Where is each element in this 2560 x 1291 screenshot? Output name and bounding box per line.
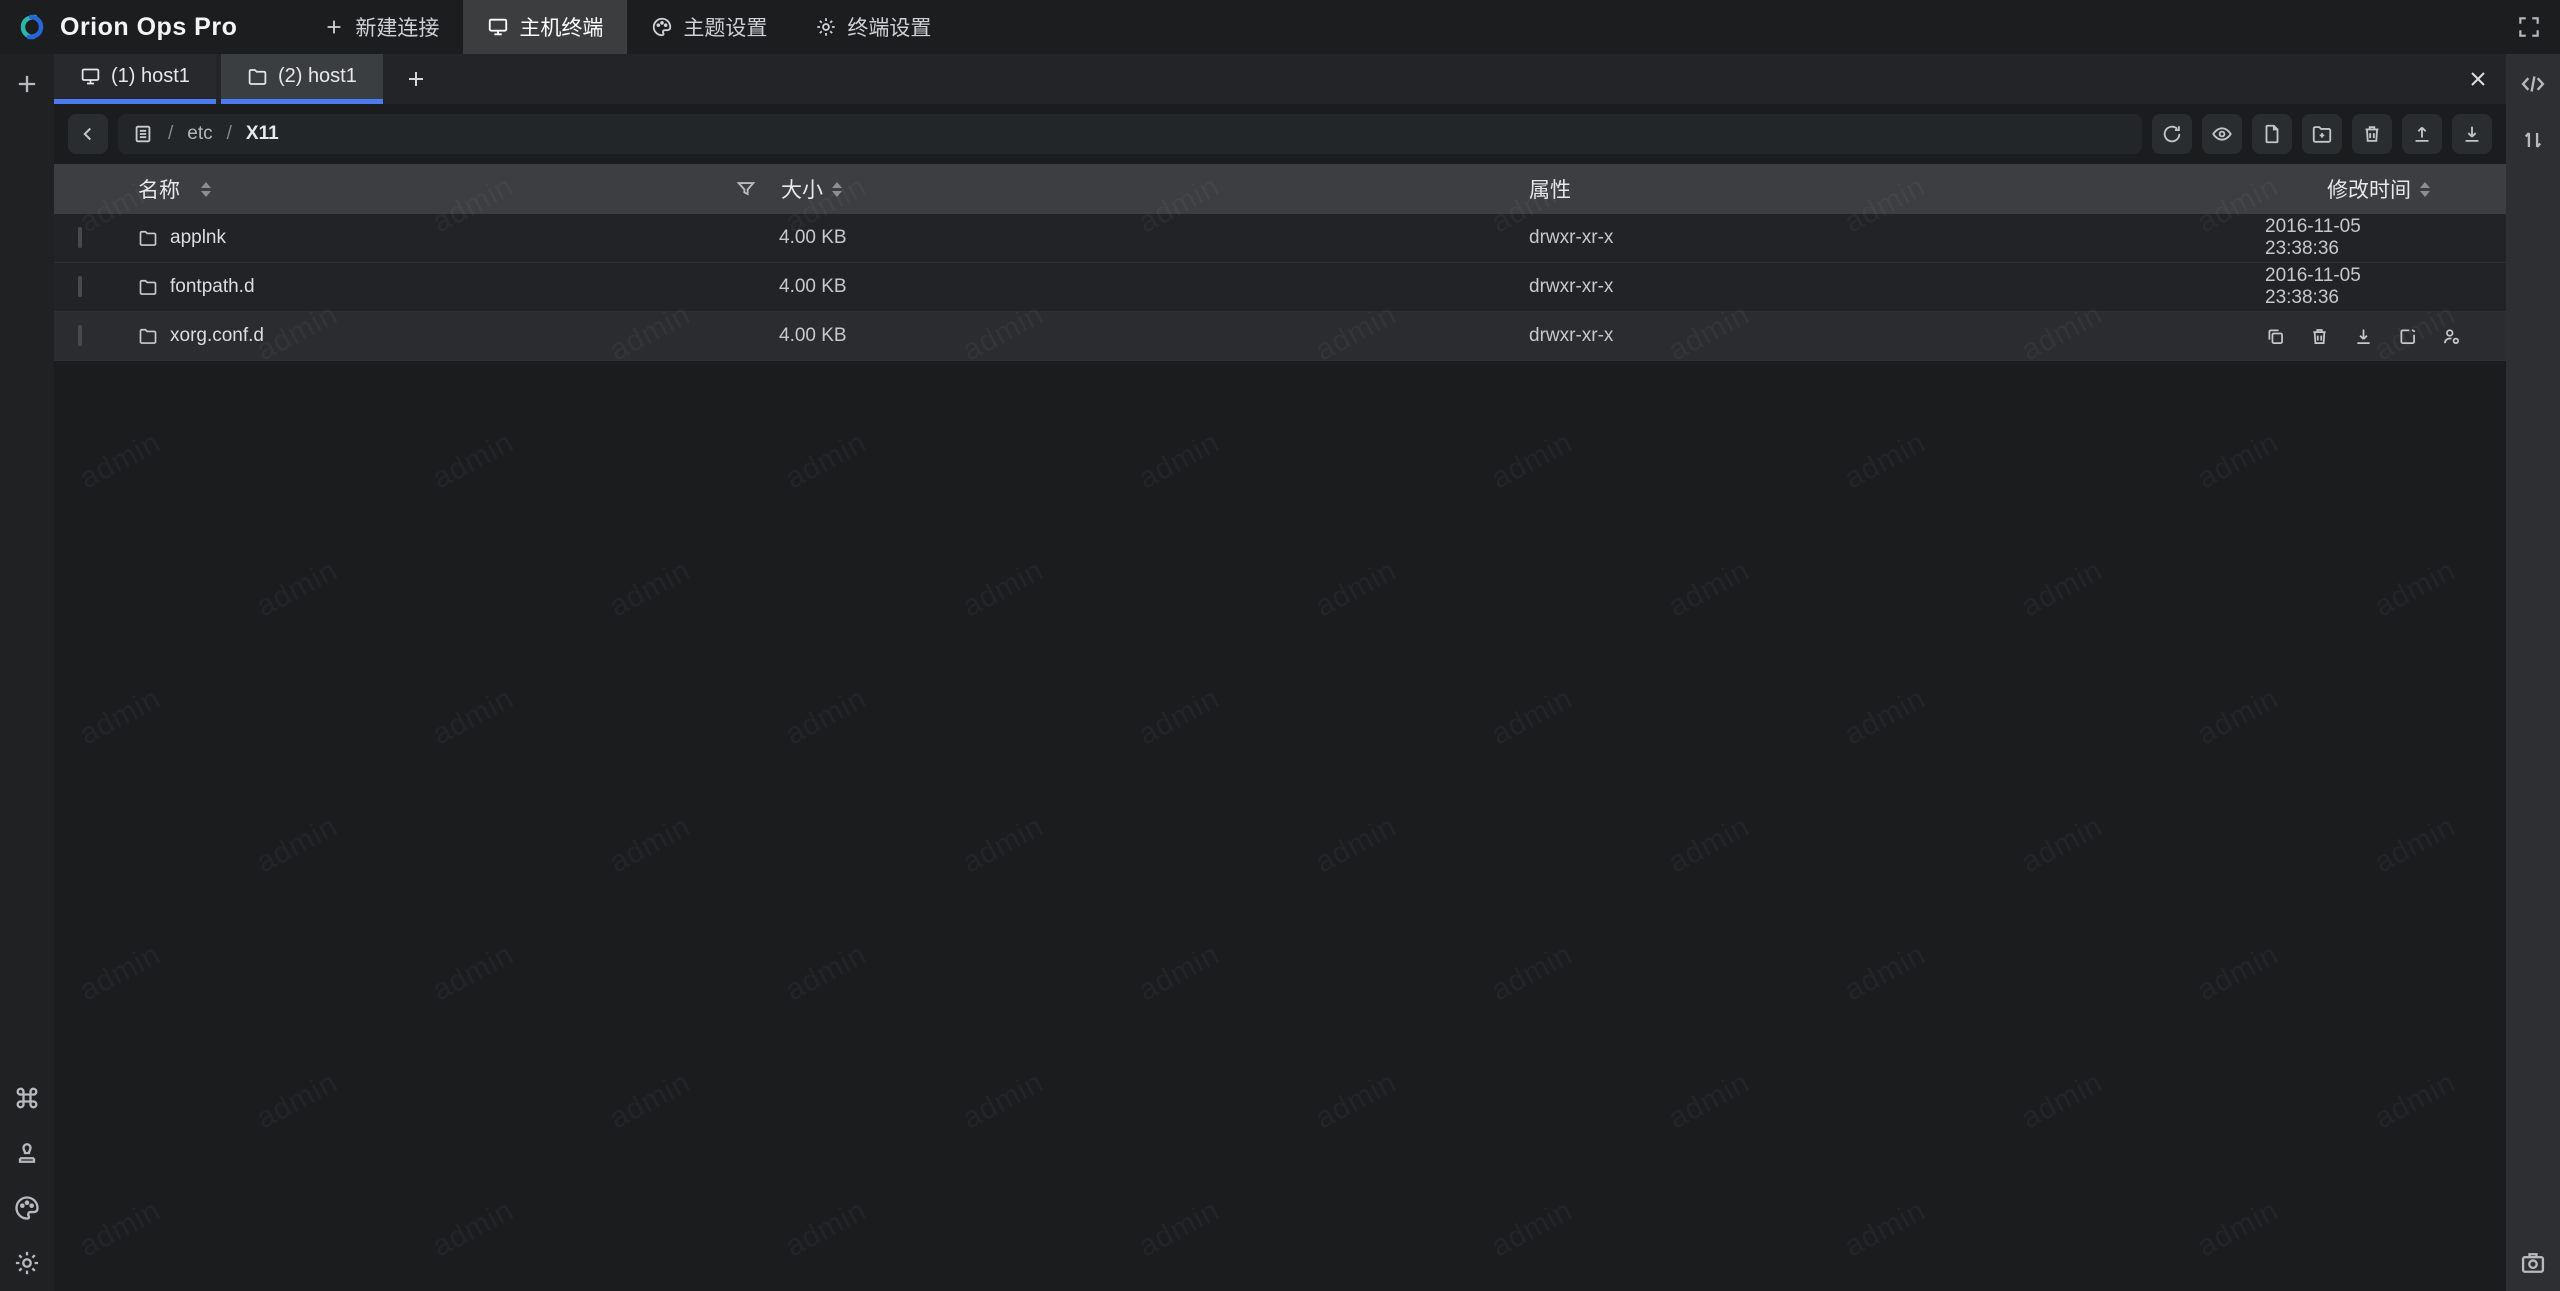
file-attr: drwxr-xr-x bbox=[1475, 227, 2265, 249]
permissions-user-icon[interactable] bbox=[2441, 326, 2462, 347]
file-toolbar-row: / etc / X11 bbox=[54, 104, 2506, 164]
filter-funnel-icon[interactable] bbox=[735, 178, 757, 200]
file-mtime: 2016-11-05 23:38:36 bbox=[2265, 216, 2506, 260]
download-icon[interactable] bbox=[2452, 114, 2492, 154]
upload-icon[interactable] bbox=[2402, 114, 2442, 154]
column-header-attr: 属性 bbox=[1529, 179, 1571, 202]
back-button[interactable] bbox=[68, 114, 108, 154]
monitor-icon bbox=[487, 16, 509, 38]
row-checkbox[interactable] bbox=[78, 325, 82, 346]
new-tab-button[interactable] bbox=[13, 70, 41, 98]
table-row-fontpath[interactable]: fontpath.d 4.00 KB drwxr-xr-x 2016-11-05… bbox=[54, 263, 2506, 312]
path-separator: / bbox=[227, 123, 232, 145]
sort-name-icon[interactable] bbox=[201, 182, 211, 197]
file-manager-panel: / etc / X11 bbox=[54, 104, 2506, 1291]
path-segment-etc[interactable]: etc bbox=[187, 123, 212, 145]
tab-label: (1) host1 bbox=[111, 65, 190, 88]
file-size: 4.00 KB bbox=[735, 276, 1475, 298]
transfer-list-icon[interactable] bbox=[2519, 126, 2547, 154]
path-breadcrumb[interactable]: / etc / X11 bbox=[118, 114, 2142, 154]
theme-palette-icon[interactable] bbox=[13, 1194, 41, 1222]
delete-trash-icon[interactable] bbox=[2352, 114, 2392, 154]
file-table-body: applnk 4.00 KB drwxr-xr-x 2016-11-05 23:… bbox=[54, 214, 2506, 361]
menu-item-terminal-settings[interactable]: 终端设置 bbox=[791, 0, 955, 54]
move-dashed-square-icon[interactable] bbox=[2397, 326, 2418, 347]
directory-list-icon[interactable] bbox=[132, 123, 154, 145]
fullscreen-icon[interactable] bbox=[2516, 14, 2542, 40]
show-hidden-eye-icon[interactable] bbox=[2202, 114, 2242, 154]
folder-icon bbox=[138, 277, 158, 297]
menu-item-label: 新建连接 bbox=[355, 12, 439, 42]
app-title: Orion Ops Pro bbox=[60, 13, 237, 42]
palette-icon bbox=[651, 16, 673, 38]
file-mtime: 2016-11-05 23:38:36 bbox=[2265, 265, 2506, 309]
settings-gear-icon[interactable] bbox=[13, 1249, 41, 1277]
folder-icon bbox=[138, 326, 158, 346]
file-attr: drwxr-xr-x bbox=[1475, 325, 2265, 347]
file-name[interactable]: applnk bbox=[170, 227, 226, 249]
brand: Orion Ops Pro bbox=[0, 9, 255, 45]
row-actions bbox=[2265, 326, 2518, 347]
close-icon[interactable] bbox=[2466, 54, 2506, 104]
tab-sftp-host1[interactable]: (2) host1 bbox=[221, 54, 383, 104]
right-sidebar bbox=[2506, 54, 2560, 1291]
stamp-icon[interactable] bbox=[13, 1139, 41, 1167]
top-navbar: Orion Ops Pro 新建连接 主机终端 主题设置 终端设置 bbox=[0, 0, 2560, 54]
menu-item-label: 终端设置 bbox=[847, 12, 931, 42]
tab-label: (2) host1 bbox=[278, 65, 357, 88]
menu-item-label: 主机终端 bbox=[519, 12, 603, 42]
file-actions-toolbar bbox=[2152, 114, 2492, 154]
menu-item-label: 主题设置 bbox=[683, 12, 767, 42]
sort-size-icon[interactable] bbox=[832, 182, 842, 197]
left-sidebar bbox=[0, 54, 54, 1291]
file-name[interactable]: fontpath.d bbox=[170, 276, 255, 298]
delete-trash-icon[interactable] bbox=[2309, 326, 2330, 347]
file-table-header: 名称 大小 属性 修改时间 bbox=[54, 164, 2506, 214]
tab-terminal-host1[interactable]: (1) host1 bbox=[54, 54, 216, 104]
menu-item-theme-settings[interactable]: 主题设置 bbox=[627, 0, 791, 54]
sort-mtime-icon[interactable] bbox=[2420, 182, 2430, 197]
file-attr: drwxr-xr-x bbox=[1475, 276, 2265, 298]
code-editor-icon[interactable] bbox=[2519, 70, 2547, 98]
session-tabbar: (1) host1 (2) host1 bbox=[54, 54, 2506, 104]
menu-item-host-terminal[interactable]: 主机终端 bbox=[463, 0, 627, 54]
app-logo-icon bbox=[14, 9, 50, 45]
folder-icon bbox=[138, 228, 158, 248]
path-separator: / bbox=[168, 123, 173, 145]
table-row-xorg[interactable]: xorg.conf.d 4.00 KB drwxr-xr-x bbox=[54, 312, 2506, 361]
table-row-applnk[interactable]: applnk 4.00 KB drwxr-xr-x 2016-11-05 23:… bbox=[54, 214, 2506, 263]
command-shortcuts-icon[interactable] bbox=[13, 1084, 41, 1112]
column-header-mtime[interactable]: 修改时间 bbox=[2327, 174, 2411, 204]
refresh-icon[interactable] bbox=[2152, 114, 2192, 154]
tabbar-spacer bbox=[444, 54, 2466, 104]
column-header-name[interactable]: 名称 bbox=[138, 174, 180, 204]
path-segment-x11[interactable]: X11 bbox=[246, 123, 279, 145]
download-icon[interactable] bbox=[2353, 326, 2374, 347]
row-checkbox[interactable] bbox=[78, 227, 82, 248]
new-folder-icon[interactable] bbox=[2302, 114, 2342, 154]
new-file-icon[interactable] bbox=[2252, 114, 2292, 154]
plus-icon bbox=[323, 16, 345, 38]
copy-icon[interactable] bbox=[2265, 326, 2286, 347]
row-checkbox[interactable] bbox=[78, 276, 82, 297]
file-name[interactable]: xorg.conf.d bbox=[170, 325, 264, 347]
gear-icon bbox=[815, 16, 837, 38]
main-menu: 新建连接 主机终端 主题设置 终端设置 bbox=[299, 0, 955, 54]
column-header-size[interactable]: 大小 bbox=[781, 174, 823, 204]
screenshot-camera-icon[interactable] bbox=[2519, 1249, 2547, 1277]
folder-icon bbox=[247, 66, 268, 87]
terminal-monitor-icon bbox=[80, 66, 101, 87]
file-size: 4.00 KB bbox=[735, 227, 1475, 249]
menu-item-new-connection[interactable]: 新建连接 bbox=[299, 0, 463, 54]
add-tab-button[interactable] bbox=[388, 54, 444, 104]
file-size: 4.00 KB bbox=[735, 325, 1475, 347]
